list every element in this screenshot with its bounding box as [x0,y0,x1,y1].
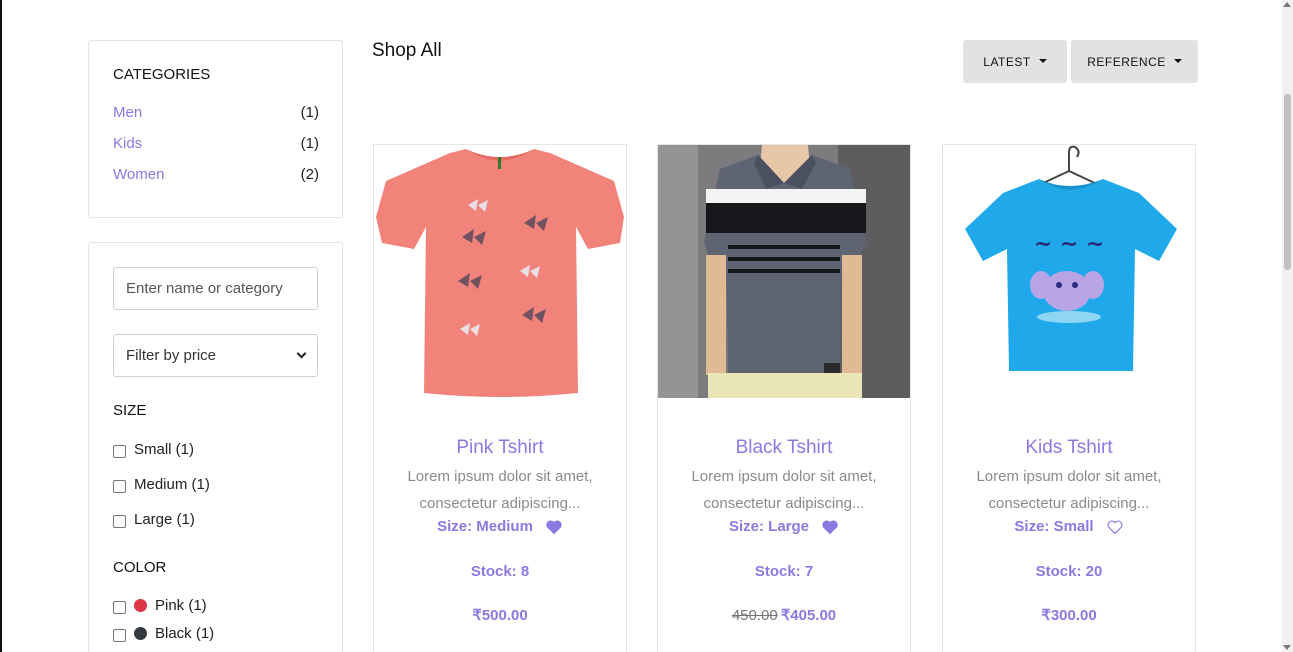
size-checkbox[interactable] [113,444,126,458]
window-left-edge [0,0,2,652]
scroll-up-arrow-icon[interactable] [1283,2,1291,7]
product-name[interactable]: Kids Tshirt [943,437,1195,459]
color-heading: COLOR [113,559,167,576]
product-description: Lorem ipsum dolor sit amet, consectetur … [691,468,877,512]
category-item-men[interactable]: Men (1) [113,104,319,121]
size-option-label: Large (1) [134,511,195,528]
color-checkbox[interactable] [113,600,126,614]
product-stock: Stock: 20 [1035,563,1103,580]
sort-button-label: REFERENCE [1087,54,1166,69]
sort-latest-button[interactable]: LATEST [963,40,1067,83]
heart-outline-icon[interactable] [1106,519,1124,535]
scrollbar-thumb[interactable] [1284,94,1291,270]
category-link[interactable]: Kids [113,135,142,152]
product-size-row: Size: Large [658,518,910,535]
heart-filled-icon[interactable] [545,519,563,535]
product-description: Lorem ipsum dolor sit amet, consectetur … [976,468,1162,512]
svg-text:~ ~ ~: ~ ~ ~ [1034,232,1105,257]
size-checkbox[interactable] [113,514,126,528]
product-price: ₹300.00 [1041,607,1097,624]
sort-reference-button[interactable]: REFERENCE [1071,40,1198,83]
size-option-label: Medium (1) [134,476,210,493]
caret-down-icon [1038,58,1047,63]
heart-filled-icon[interactable] [821,519,839,535]
product-size: Size: Medium [437,518,533,535]
page-title: Shop All [372,40,442,61]
chevron-down-icon [296,348,307,359]
product-size: Size: Large [728,518,810,535]
caret-down-icon [1173,58,1182,63]
scroll-down-arrow-icon[interactable] [1283,645,1291,650]
color-swatch [134,599,147,612]
category-count: (1) [300,135,319,152]
price-filter-value: Filter by price [126,347,217,364]
category-item-kids[interactable]: Kids (1) [113,135,319,152]
product-image[interactable] [374,145,626,398]
product-size-row: Size: Small [943,518,1195,535]
search-input[interactable] [113,267,318,310]
product-name[interactable]: Black Tshirt [658,437,910,459]
color-checkbox[interactable] [113,628,126,642]
product-card-black-tshirt[interactable]: Black Tshirt Lorem ipsum dolor sit amet,… [657,144,911,652]
product-old-price: 450.00 [731,607,778,624]
product-price-row: ₹300.00 [943,606,1195,624]
category-item-women[interactable]: Women (2) [113,166,319,183]
product-description: Lorem ipsum dolor sit amet, consectetur … [407,468,593,512]
color-option-label: Black (1) [155,625,215,642]
blue-kids-tshirt-image: ~ ~ ~ [943,145,1195,398]
sort-button-label: LATEST [983,54,1031,69]
categories-heading: CATEGORIES [113,66,211,83]
product-image[interactable]: ~ ~ ~ [943,145,1195,398]
color-option-black[interactable]: Black (1) [113,625,214,642]
price-filter-select[interactable]: Filter by price [113,334,318,377]
product-card-kids-tshirt[interactable]: ~ ~ ~ Kids Tshirt Lorem ipsum dolor sit … [942,144,1196,652]
product-card-pink-tshirt[interactable]: Pink Tshirt Lorem ipsum dolor sit amet, … [373,144,627,652]
category-link[interactable]: Men [113,104,142,121]
striped-polo-model-image [658,145,910,398]
product-price-row: ₹500.00 [374,606,626,624]
size-checkbox[interactable] [113,479,126,493]
color-swatch [134,627,147,640]
product-size: Size: Small [1014,518,1094,535]
categories-panel: CATEGORIES Men (1) Kids (1) Women (2) [88,40,343,218]
size-option-large[interactable]: Large (1) [113,511,195,528]
product-price: ₹500.00 [472,607,528,624]
color-option-label: Pink (1) [155,597,207,614]
product-stock: Stock: 7 [754,563,814,580]
category-count: (1) [300,104,319,121]
color-option-pink[interactable]: Pink (1) [113,597,207,614]
size-option-medium[interactable]: Medium (1) [113,476,210,493]
product-price: ₹405.00 [780,607,837,624]
category-link[interactable]: Women [113,166,164,183]
page-scrollbar[interactable] [1282,0,1293,652]
size-option-small[interactable]: Small (1) [113,441,194,458]
product-stock: Stock: 8 [470,563,530,580]
product-name[interactable]: Pink Tshirt [374,437,626,459]
size-option-label: Small (1) [134,441,195,458]
category-count: (2) [300,166,319,183]
filter-panel: Filter by price SIZE Small (1) Medium (1… [88,242,343,652]
product-price-row: 450.00 ₹405.00 [658,606,910,624]
pink-tshirt-image [374,145,626,398]
size-heading: SIZE [113,402,147,419]
product-image[interactable] [658,145,910,398]
product-size-row: Size: Medium [374,518,626,535]
